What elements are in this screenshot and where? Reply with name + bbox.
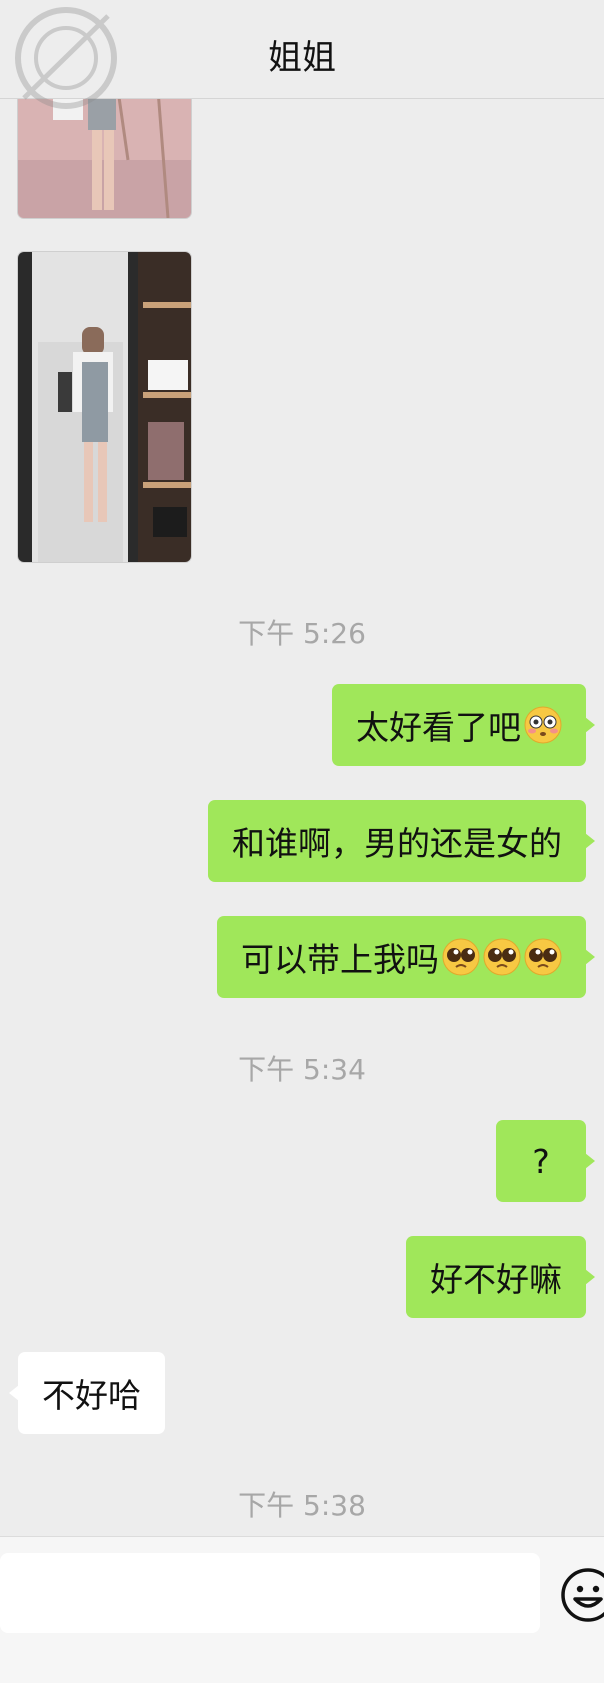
message-text: 可以带上我吗 bbox=[241, 940, 439, 979]
outgoing-message[interactable]: 太好看了吧 bbox=[332, 684, 595, 766]
input-bar bbox=[0, 1536, 604, 1683]
outgoing-message[interactable]: 可以带上我吗 bbox=[217, 916, 595, 998]
message-text: 好不好嘛 bbox=[430, 1260, 562, 1299]
pleading-face-icon bbox=[442, 938, 480, 976]
pleading-face-icon bbox=[524, 938, 562, 976]
pleading-face-icon bbox=[483, 938, 521, 976]
flushed-face-icon bbox=[524, 706, 562, 744]
watermark-logo bbox=[4, 2, 124, 112]
timestamp: 下午 5:26 bbox=[238, 617, 366, 650]
chat-photo[interactable] bbox=[18, 252, 191, 562]
outgoing-message[interactable]: 好不好嘛 bbox=[406, 1236, 595, 1318]
timestamp: 下午 5:38 bbox=[238, 1489, 366, 1522]
message-input[interactable] bbox=[0, 1553, 540, 1633]
message-text: 太好看了吧 bbox=[356, 708, 521, 747]
outgoing-message[interactable]: ? bbox=[496, 1120, 595, 1202]
message-text: 不好哈 bbox=[42, 1376, 141, 1415]
message-text: 和谁啊，男的还是女的 bbox=[232, 824, 562, 863]
message-text: ? bbox=[532, 1141, 550, 1181]
smiley-icon[interactable] bbox=[560, 1567, 604, 1623]
timestamp: 下午 5:34 bbox=[238, 1053, 366, 1086]
incoming-message[interactable]: 不好哈 bbox=[9, 1352, 165, 1434]
outgoing-message[interactable]: 和谁啊，男的还是女的 bbox=[208, 800, 595, 882]
